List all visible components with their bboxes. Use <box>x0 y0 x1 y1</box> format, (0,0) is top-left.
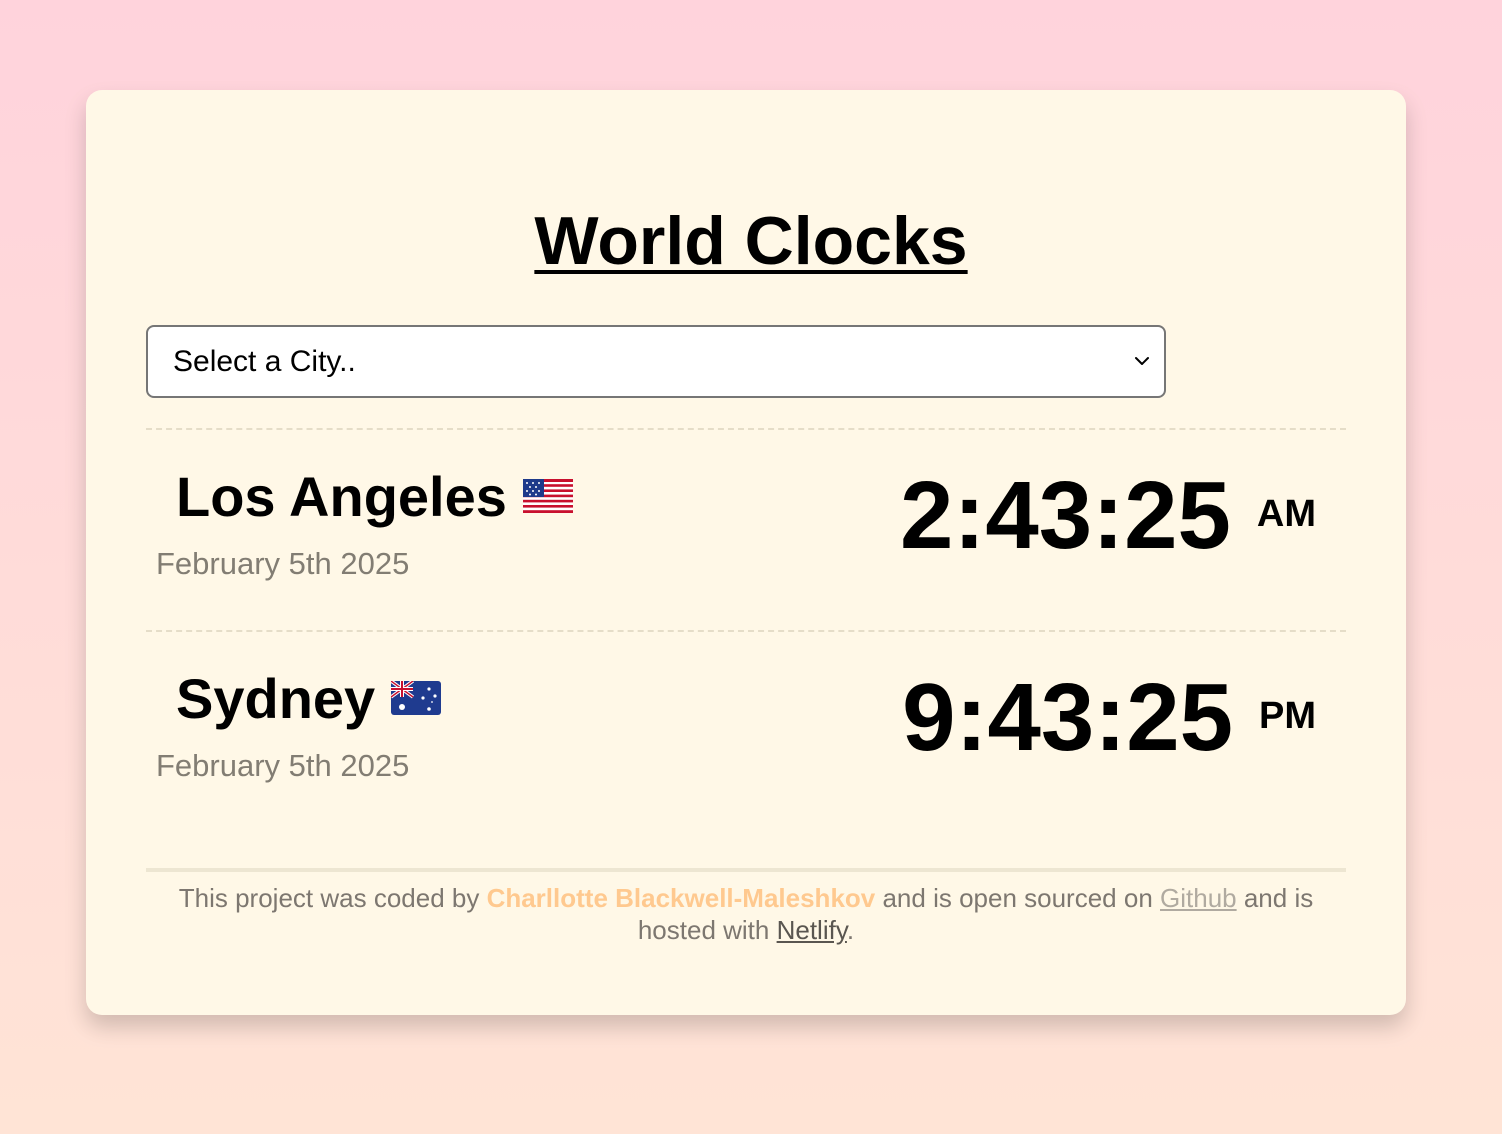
city-date-sydney: February 5th 2025 <box>156 748 410 783</box>
clock-ampm: PM <box>1259 695 1316 737</box>
chevron-down-icon <box>1135 357 1149 365</box>
footer-text: This project was coded by <box>178 883 487 913</box>
clock-time: 2:43:25 <box>900 462 1231 569</box>
city-name-los-angeles: Los Angeles <box>176 465 573 529</box>
city-select-value: Select a City.. <box>173 345 356 378</box>
city-name-sydney: Sydney <box>176 667 442 731</box>
clock-sydney: 9:43:25 PM <box>902 668 1316 768</box>
australia-flag-icon <box>391 681 442 716</box>
footer-divider <box>146 868 1346 872</box>
city-name-label: Los Angeles <box>176 465 507 528</box>
divider <box>146 630 1346 632</box>
footer-text: . <box>846 915 855 945</box>
author-link[interactable]: Charllotte Blackwell-Maleshkov <box>487 883 876 913</box>
page-title: World Clocks <box>534 203 968 279</box>
clock-time: 9:43:25 <box>902 664 1233 771</box>
github-link[interactable]: Github <box>1160 883 1237 913</box>
city-date-los-angeles: February 5th 2025 <box>156 546 410 581</box>
clock-ampm: AM <box>1256 493 1316 535</box>
us-flag-icon <box>522 479 573 514</box>
divider <box>146 428 1346 430</box>
netlify-link[interactable]: Netlify <box>777 915 847 945</box>
city-name-label: Sydney <box>176 667 376 730</box>
city-select[interactable]: Select a City.. <box>146 325 1166 398</box>
footer-text: and is open sourced on <box>875 883 1161 913</box>
footer: This project was coded by Charllotte Bla… <box>146 882 1346 946</box>
clock-los-angeles: 2:43:25 AM <box>900 466 1316 566</box>
